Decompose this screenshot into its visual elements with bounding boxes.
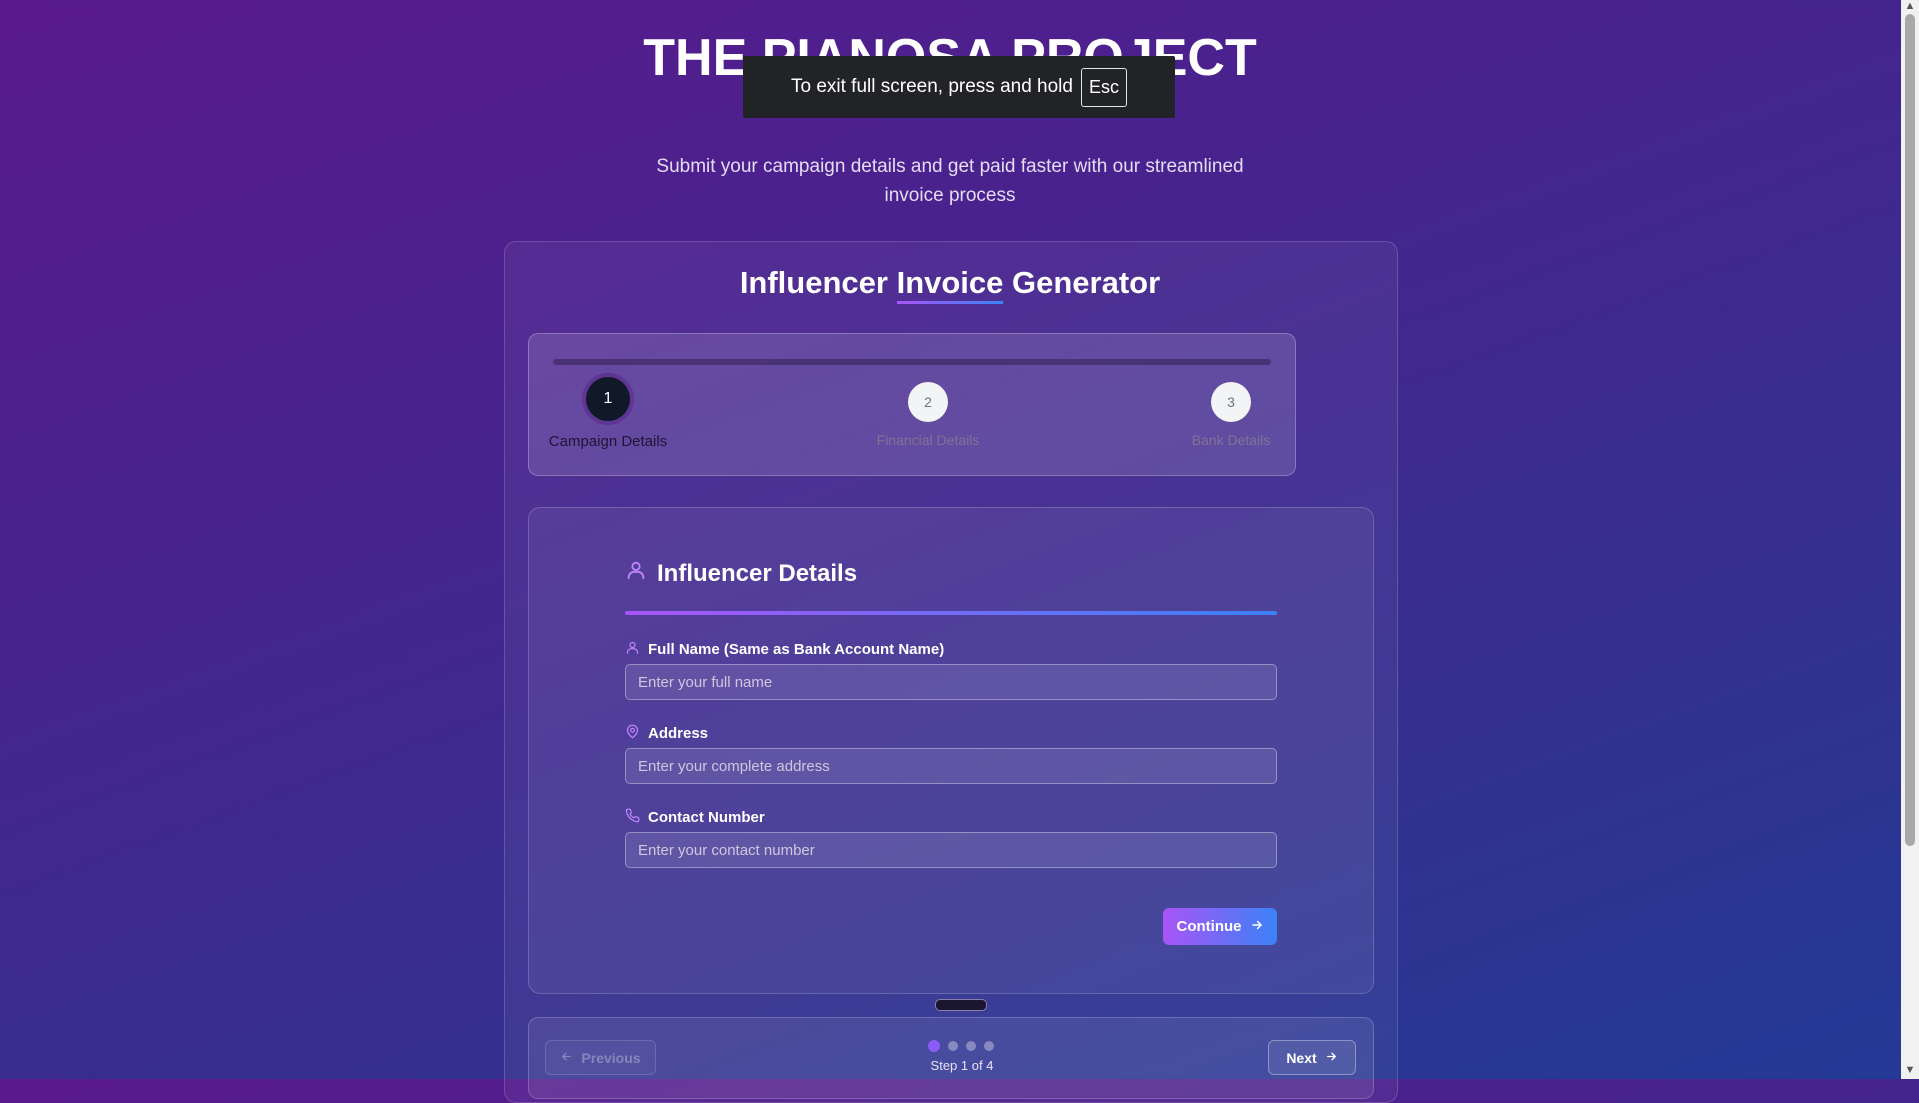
full-name-input[interactable] bbox=[625, 664, 1277, 700]
contact-number-label: Contact Number bbox=[625, 808, 765, 827]
section-header: Influencer Details bbox=[625, 558, 857, 589]
step-2-indicator[interactable]: 2 bbox=[908, 382, 948, 422]
step-3-label: Bank Details bbox=[1191, 432, 1271, 448]
pager-dot-1[interactable] bbox=[928, 1040, 940, 1052]
step-3-indicator[interactable]: 3 bbox=[1211, 382, 1251, 422]
arrow-right-icon bbox=[1250, 918, 1264, 936]
fullscreen-toast: To exit full screen, press and hold Esc bbox=[743, 56, 1175, 118]
pager-dot-3[interactable] bbox=[966, 1041, 976, 1051]
arrow-right-icon bbox=[1325, 1050, 1338, 1066]
pager-dots bbox=[928, 1040, 994, 1052]
phone-icon bbox=[625, 808, 640, 827]
address-label: Address bbox=[625, 724, 708, 743]
section-title: Influencer Details bbox=[657, 559, 858, 587]
scrollbar-thumb[interactable] bbox=[1905, 14, 1915, 846]
continue-button[interactable]: Continue bbox=[1163, 908, 1277, 945]
step-counter: Step 1 of 4 bbox=[930, 1058, 994, 1073]
card-title: Influencer Invoice Generator bbox=[504, 265, 1396, 304]
contact-number-input[interactable] bbox=[625, 832, 1277, 868]
pager-dot-2[interactable] bbox=[948, 1041, 958, 1051]
user-icon bbox=[625, 640, 640, 659]
map-pin-icon bbox=[625, 724, 640, 743]
step-1-label: Campaign Details bbox=[548, 433, 668, 450]
scroll-down-icon[interactable]: ▼ bbox=[1903, 1064, 1917, 1076]
intro-text: Submit your campaign details and get pai… bbox=[656, 156, 1244, 206]
esc-key-badge: Esc bbox=[1080, 67, 1127, 107]
user-icon bbox=[625, 558, 647, 589]
address-input[interactable] bbox=[625, 748, 1277, 784]
full-name-label: Full Name (Same as Bank Account Name) bbox=[625, 640, 944, 659]
previous-button[interactable]: Previous bbox=[545, 1040, 656, 1075]
step-1-indicator[interactable]: 1 bbox=[586, 377, 630, 421]
scroll-up-icon[interactable]: ▲ bbox=[1903, 0, 1917, 12]
step-2-label: Financial Details bbox=[876, 432, 980, 448]
drag-handle[interactable] bbox=[935, 999, 987, 1011]
stepper-track bbox=[553, 359, 1271, 365]
section-divider bbox=[625, 611, 1277, 615]
pager-dot-4[interactable] bbox=[984, 1041, 994, 1051]
arrow-left-icon bbox=[560, 1050, 573, 1066]
next-button[interactable]: Next bbox=[1268, 1040, 1356, 1075]
